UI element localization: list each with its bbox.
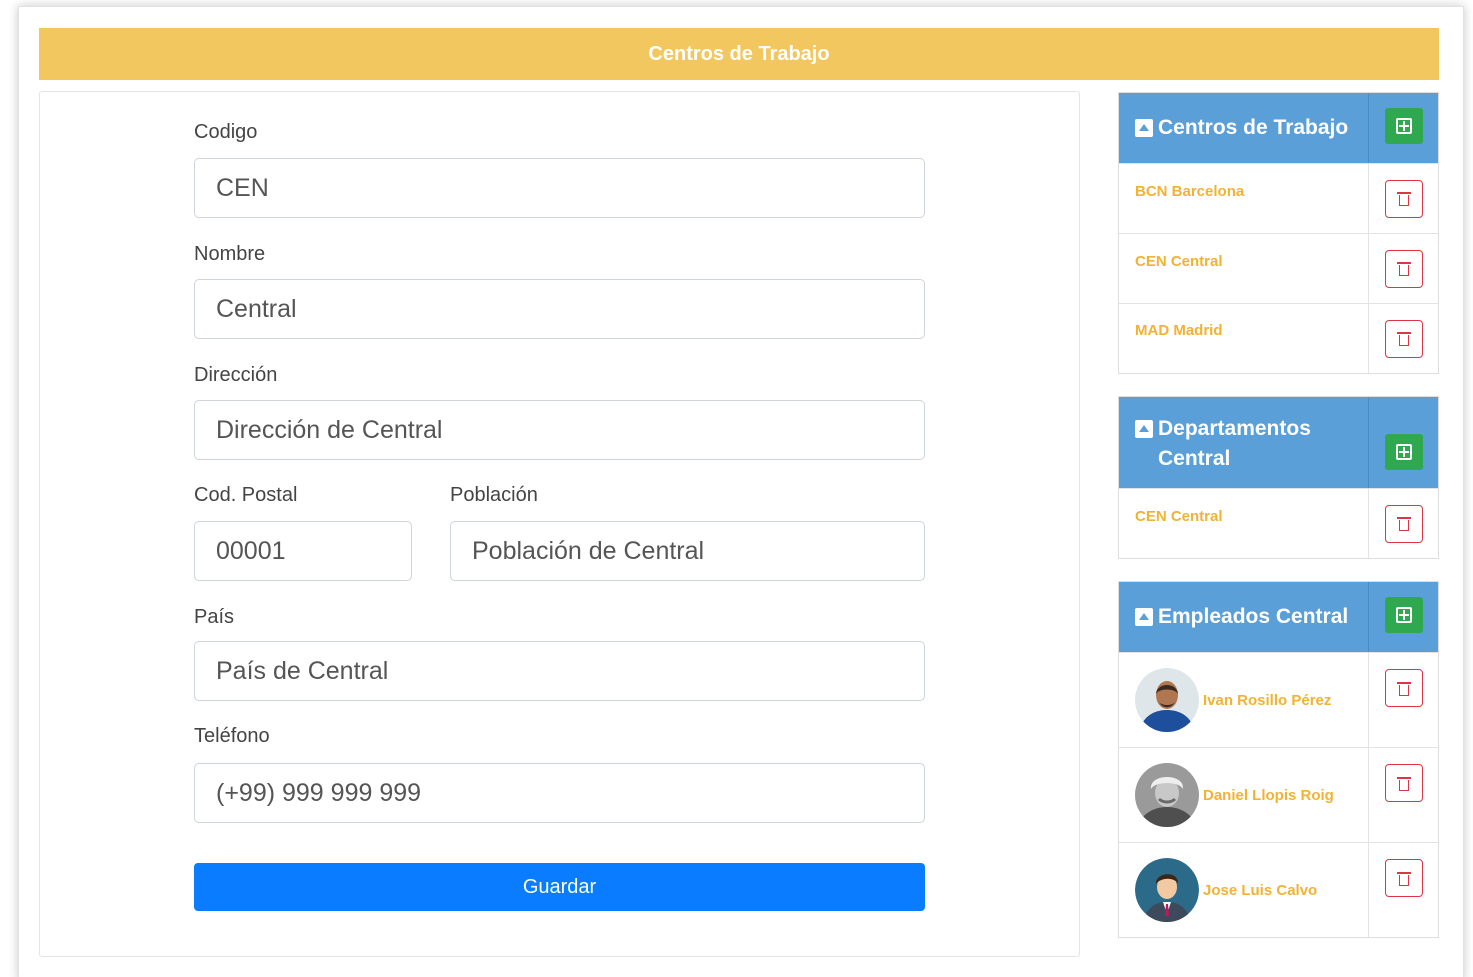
poblacion-input[interactable] (450, 521, 925, 581)
departamentos-panel: Departamentos Central CEN Central (1118, 396, 1439, 559)
empleado-link[interactable]: Ivan Rosillo Pérez (1203, 692, 1331, 709)
page-title: Centros de Trabajo (39, 28, 1439, 80)
avatar (1135, 763, 1199, 827)
plus-square-icon (1395, 118, 1412, 134)
centro-link[interactable]: MAD Madrid (1135, 322, 1223, 339)
empleados-panel-header: Empleados Central (1119, 582, 1438, 652)
trash-icon (1396, 515, 1411, 532)
empleados-add-cell (1368, 582, 1438, 652)
avatar (1135, 668, 1199, 732)
centros-panel: Centros de Trabajo BCN Barcelona CEN Cen… (1118, 92, 1439, 374)
trash-icon (1396, 680, 1411, 697)
centro-link[interactable]: CEN Central (1135, 253, 1223, 270)
collapse-icon[interactable] (1135, 608, 1153, 626)
trash-icon (1396, 330, 1411, 347)
plus-square-icon (1395, 443, 1412, 460)
departamentos-panel-header: Departamentos Central (1119, 397, 1438, 488)
delete-button[interactable] (1384, 179, 1423, 218)
telefono-input[interactable] (194, 763, 925, 823)
direccion-label: Dirección (194, 364, 278, 386)
collapse-icon[interactable] (1135, 420, 1153, 438)
delete-button[interactable] (1384, 504, 1423, 543)
list-item: CEN Central (1119, 233, 1438, 303)
codigo-input[interactable] (194, 158, 925, 218)
poblacion-label: Población (450, 484, 538, 506)
cod-postal-label: Cod. Postal (194, 484, 298, 506)
telefono-label: Teléfono (194, 725, 270, 747)
list-item: Ivan Rosillo Pérez (1119, 652, 1438, 747)
pais-input[interactable] (194, 641, 925, 701)
departamentos-panel-title-text: Departamentos Central (1158, 417, 1311, 470)
centros-panel-title-text: Centros de Trabajo (1158, 116, 1349, 139)
direccion-input[interactable] (194, 400, 925, 460)
centros-panel-header: Centros de Trabajo (1119, 93, 1438, 163)
codigo-label: Codigo (194, 121, 258, 143)
add-departamento-button[interactable] (1384, 433, 1423, 470)
centros-add-cell (1368, 93, 1438, 163)
list-item: Jose Luis Calvo (1119, 842, 1438, 937)
cod-postal-input[interactable] (194, 521, 412, 581)
list-item: MAD Madrid (1119, 303, 1438, 373)
empleados-panel-title[interactable]: Empleados Central (1119, 582, 1368, 652)
empleados-panel: Empleados Central Ivan Rosillo Pérez Dan… (1118, 581, 1439, 938)
delete-button[interactable] (1384, 669, 1423, 707)
list-item: Daniel Llopis Roig (1119, 747, 1438, 842)
collapse-icon[interactable] (1135, 119, 1153, 137)
delete-button[interactable] (1384, 859, 1423, 897)
trash-icon (1396, 190, 1411, 207)
centros-panel-title[interactable]: Centros de Trabajo (1119, 93, 1368, 163)
empleado-link[interactable]: Daniel Llopis Roig (1203, 787, 1334, 804)
add-empleado-button[interactable] (1384, 597, 1423, 633)
trash-icon (1396, 260, 1411, 277)
empleados-panel-title-text: Empleados Central (1158, 605, 1349, 628)
add-centro-button[interactable] (1384, 108, 1423, 144)
departamentos-panel-title[interactable]: Departamentos Central (1119, 397, 1368, 488)
list-item: BCN Barcelona (1119, 163, 1438, 233)
delete-button[interactable] (1384, 764, 1423, 802)
list-item: CEN Central (1119, 488, 1438, 558)
delete-button[interactable] (1384, 319, 1423, 358)
departamentos-add-cell (1368, 397, 1438, 488)
centro-link[interactable]: BCN Barcelona (1135, 183, 1244, 200)
trash-icon (1396, 775, 1411, 792)
avatar (1135, 858, 1199, 922)
nombre-label: Nombre (194, 243, 266, 265)
save-button[interactable]: Guardar (194, 863, 925, 911)
trash-icon (1396, 870, 1411, 887)
delete-button[interactable] (1384, 249, 1423, 288)
plus-square-icon (1395, 607, 1412, 623)
empleado-link[interactable]: Jose Luis Calvo (1203, 882, 1317, 899)
nombre-input[interactable] (194, 279, 925, 339)
pais-label: País (194, 606, 235, 628)
departamento-link[interactable]: CEN Central (1135, 508, 1223, 525)
